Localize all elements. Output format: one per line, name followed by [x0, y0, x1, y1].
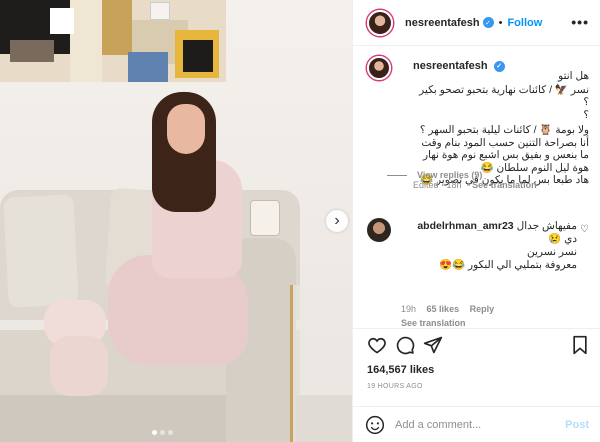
carousel-dots	[152, 430, 173, 435]
reply-button[interactable]: Reply	[470, 304, 495, 314]
wall-frame	[150, 2, 170, 20]
cushion	[3, 194, 79, 308]
header-username[interactable]: nesreentafesh	[405, 17, 480, 29]
slipper	[50, 336, 108, 396]
comment-line: نسر نسرين	[527, 246, 577, 258]
share-icon[interactable]	[423, 335, 443, 355]
comment-input[interactable]	[395, 418, 545, 431]
avatar[interactable]	[367, 218, 391, 242]
avatar[interactable]	[367, 56, 391, 80]
comment-item: مفيهاش جدال abdelrhman_amr23 دي 😢 نسر نس…	[367, 218, 589, 328]
post-button[interactable]: Post	[565, 419, 589, 431]
carousel-dot	[160, 430, 165, 435]
edited-label: Edited	[413, 180, 439, 190]
verified-icon: ✓	[482, 17, 494, 28]
next-photo-button[interactable]: ›	[326, 210, 348, 232]
post-details-panel: nesreentafesh ✓ • Follow ••• nesreentafe…	[352, 0, 600, 442]
mug	[250, 200, 280, 236]
person-face	[167, 104, 205, 154]
caption-line: ولا بومة 🦉 / كائنات ليلية بتحبو السهر ؟	[419, 124, 589, 136]
comment-likes[interactable]: 65 likes	[427, 304, 460, 314]
comments-section[interactable]: nesreentafesh ✓ هل انتو نسر 🦅 / كائنات ن…	[353, 46, 600, 328]
carousel-dot	[168, 430, 173, 435]
comment-text: مفيهاش جدال abdelrhman_amr23 دي 😢 نسر نس…	[401, 220, 577, 272]
more-options-icon[interactable]: •••	[571, 14, 589, 30]
caption-line: أنا بصراحة التنين حسب المود بنام وقت ما …	[421, 136, 589, 174]
avatar[interactable]	[367, 9, 393, 36]
comment-line-text: مفيهاش جدال	[516, 220, 577, 232]
post-photo[interactable]: ›	[0, 0, 352, 442]
action-bar	[353, 328, 600, 366]
separator-dot: •	[498, 16, 503, 29]
caption-line: نسر 🦅 / كائنات نهارية بتحبو تصحو بكير ؟	[419, 83, 589, 109]
comment-line: معروفة بتمليي الي البكور 😂😍	[438, 259, 577, 271]
comment-line: دي 😢	[548, 233, 577, 245]
follow-button[interactable]: Follow	[507, 17, 542, 29]
comment-meta: 19h 65 likes Reply	[401, 304, 494, 314]
caption-age: 18h	[446, 180, 462, 190]
like-comment-heart-icon[interactable]: ♡	[580, 224, 589, 235]
caption-line: ؟	[583, 108, 589, 121]
post-time: 19 HOURS AGO	[367, 383, 423, 390]
emoji-icon[interactable]	[365, 415, 385, 435]
comment-icon[interactable]	[395, 335, 415, 355]
heart-icon[interactable]	[367, 335, 387, 355]
save-icon[interactable]	[571, 335, 589, 355]
see-translation-link[interactable]: See translation	[401, 318, 466, 328]
see-translation-link[interactable]: See translation	[472, 180, 537, 190]
side-table	[290, 285, 352, 442]
wall-painting	[0, 0, 226, 82]
post-header: nesreentafesh ✓ • Follow •••	[353, 0, 600, 46]
likes-count[interactable]: 164,567 likes	[367, 364, 434, 376]
comment-line: مفيهاش جدال abdelrhman_amr23	[401, 220, 577, 233]
view-replies-link[interactable]: View replies (9)	[387, 170, 482, 180]
caption-meta: Edited · 18h See translation	[413, 180, 537, 190]
chevron-right-icon: ›	[334, 212, 340, 229]
caption-line: هل انتو	[558, 70, 589, 82]
comment-username[interactable]: abdelrhman_amr23	[417, 220, 513, 232]
comment-composer: Post	[353, 406, 600, 442]
carousel-dot	[152, 430, 157, 435]
comment-age: 19h	[401, 304, 417, 314]
